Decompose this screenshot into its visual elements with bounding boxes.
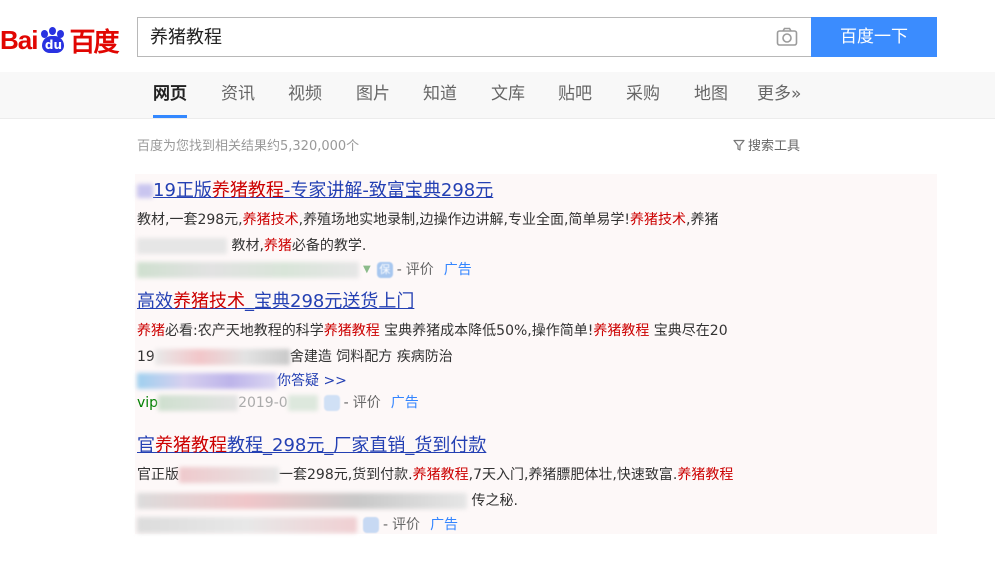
sep: - (396, 262, 402, 278)
text: _宝典298元送货上门 (245, 291, 415, 312)
ad-title-1[interactable]: 19正版养猪教程-专家讲解-致富宝典298元 (137, 178, 927, 204)
text: 教程_298元_厂家直销_货到付款 (227, 435, 487, 456)
logo-paw-text: du (42, 36, 65, 53)
caret-icon: ▼ (363, 264, 371, 275)
ad-meta-1: ▼ 保 - 评价 广告 (137, 259, 927, 281)
text: 传之秘. (471, 493, 518, 509)
highlight: 养猪 (137, 323, 165, 339)
text: 官 (137, 435, 155, 456)
highlight: 养猪技术 (242, 212, 299, 228)
ad-results: 19正版养猪教程-专家讲解-致富宝典298元 教材,一套298元,养猪技术,养殖… (135, 174, 937, 534)
ad-meta-2: vip 2019-0 - 评价 广告 (137, 392, 927, 414)
highlight: 养猪教程 (593, 323, 650, 339)
baidu-logo[interactable]: Bai du 百度 (0, 23, 119, 58)
ad-desc-1: 教材,一套298元,养猪技术,养殖场地实地录制,边操作边讲解,专业全面,简单易学… (137, 207, 927, 259)
text: 宝典尽在20 (649, 323, 728, 339)
rate-link[interactable]: 评价 (392, 514, 420, 536)
rate-link[interactable]: 评价 (353, 392, 381, 414)
highlight: 养猪 (263, 238, 292, 254)
sep: - (343, 395, 349, 411)
rate-link[interactable]: 评价 (406, 259, 434, 281)
ad-desc-2: 养猪必看:农产天地教程的科学养猪教程 宝典养猪成本降低50%,操作简单!养猪教程… (137, 318, 927, 370)
ad-tag[interactable]: 广告 (430, 514, 458, 536)
text: 19 (137, 349, 155, 365)
highlight: 养猪教程 (677, 467, 734, 483)
filter-icon (733, 139, 745, 151)
ad-result-1: 19正版养猪教程-专家讲解-致富宝典298元 教材,一套298元,养猪技术,养殖… (137, 178, 927, 281)
tab-caigou[interactable]: 采购 (626, 72, 660, 118)
text: ,7天入门,养猪膘肥体壮,快速致富. (468, 467, 678, 483)
text: 高效 (137, 291, 173, 312)
text: 官正版 (137, 467, 179, 483)
tab-tieba[interactable]: 贴吧 (558, 72, 592, 118)
ad-date: 2019-0 (238, 395, 288, 411)
highlight: 养猪教程 (323, 323, 380, 339)
text: 教材,一套298元, (137, 212, 243, 228)
shield-icon (323, 395, 340, 411)
tab-more[interactable]: 更多» (757, 72, 801, 118)
ad-tag[interactable]: 广告 (444, 259, 472, 281)
search-tools[interactable]: 搜索工具 (733, 135, 800, 154)
tab-video[interactable]: 视频 (288, 72, 322, 118)
logo-prefix: Bai (0, 24, 38, 55)
header: Bai du 百度 百度一下 (0, 0, 995, 72)
text: ,养猪 (686, 212, 719, 228)
highlight: 养猪教程 (155, 435, 227, 456)
paw-icon: du (38, 27, 68, 53)
ad-desc-3: 官正版 一套298元,货到付款.养猪教程,7天入门,养猪膘肥体壮,快速致富.养猪教… (137, 462, 927, 514)
ad-title-2[interactable]: 高效养猪技术_宝典298元送货上门 (137, 289, 927, 315)
ad-result-3: 官养猪教程教程_298元_厂家直销_货到付款 官正版 一套298元,货到付款.养猪… (137, 433, 927, 536)
text: 宝典养猪成本降低50%,操作简单! (379, 323, 594, 339)
text: 必看:农产天地教程的科学 (165, 323, 324, 339)
search-input[interactable] (148, 18, 752, 58)
camera-icon[interactable] (776, 27, 798, 47)
highlight: 养猪技术 (173, 291, 245, 312)
tab-wenku[interactable]: 文库 (491, 72, 525, 118)
text: 教材, (231, 238, 264, 254)
search-tabs: 网页 资讯 视频 图片 知道 文库 贴吧 采购 地图 更多» (0, 72, 995, 119)
url-redacted (137, 517, 357, 533)
tab-news[interactable]: 资讯 (221, 72, 255, 118)
highlight: 养猪技术 (630, 212, 687, 228)
ad-tag[interactable]: 广告 (391, 392, 419, 414)
highlight: 养猪教程 (412, 467, 469, 483)
ad-result-2: 高效养猪技术_宝典298元送货上门 养猪必看:农产天地教程的科学养猪教程 宝典养… (137, 289, 927, 414)
shield-icon: 保 (376, 262, 393, 278)
ad-sublink-2: 你答疑 >> (137, 370, 927, 392)
tab-images[interactable]: 图片 (356, 72, 390, 118)
text: 必备的教学. (291, 238, 367, 254)
text: 一套298元,货到付款. (279, 467, 413, 483)
search-button[interactable]: 百度一下 (811, 17, 937, 57)
ad1-title-seg: 19正版 (153, 180, 212, 201)
sublinks-redacted (137, 373, 277, 389)
ad-url[interactable]: vip (137, 392, 158, 414)
ad-title-3[interactable]: 官养猪教程教程_298元_厂家直销_货到付款 (137, 433, 927, 459)
shield-icon (363, 517, 379, 533)
tab-map[interactable]: 地图 (694, 72, 728, 118)
ad1-title-hl: 养猪教程 (211, 180, 284, 201)
ad-sublink[interactable]: 你答疑 >> (277, 370, 347, 392)
tab-zhidao[interactable]: 知道 (423, 72, 457, 118)
ad1-title-seg: -专家讲解-致富宝典298元 (283, 180, 494, 201)
result-count: 百度为您找到相关结果约5,320,000个 (137, 139, 360, 154)
ad-meta-3: - 评价 广告 (137, 514, 927, 536)
text: 舍建造 饲料配方 疾病防治 (289, 349, 453, 365)
tab-web[interactable]: 网页 (153, 72, 187, 118)
logo-cn: 百度 (69, 27, 119, 58)
url-redacted (137, 262, 359, 278)
search-box[interactable] (137, 17, 811, 58)
sep: - (383, 517, 389, 533)
text: ,养殖场地实地录制,边操作边讲解,专业全面,简单易学! (298, 212, 631, 228)
search-tools-label: 搜索工具 (748, 139, 801, 154)
